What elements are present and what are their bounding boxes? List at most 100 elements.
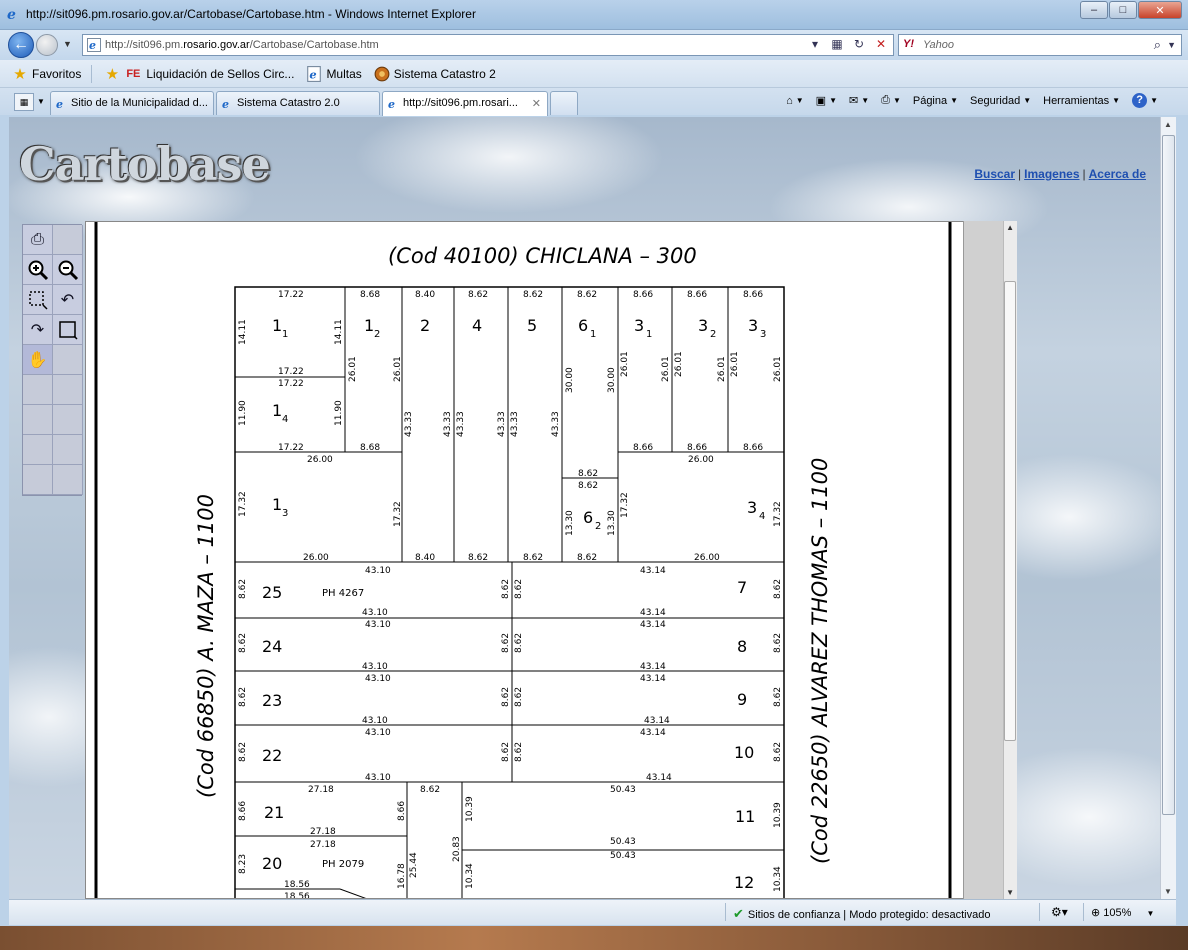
tab-bar: ▦ ▼ e Sitio de la Municipalidad d... e S…: [0, 88, 1188, 116]
search-dropdown-icon[interactable]: ▼: [1167, 40, 1176, 50]
svg-text:4: 4: [282, 414, 288, 425]
svg-text:8.62: 8.62: [514, 579, 524, 599]
svg-text:2: 2: [420, 316, 430, 335]
refresh-icon[interactable]: ↻: [851, 37, 867, 51]
svg-text:7: 7: [737, 578, 747, 597]
svg-text:43.33: 43.33: [510, 411, 520, 437]
tools-menu[interactable]: Herramientas ▼: [1043, 95, 1120, 107]
svg-text:26.01: 26.01: [717, 356, 727, 382]
close-button[interactable]: ✕: [1138, 1, 1182, 19]
arrow-left-icon: ←: [13, 36, 29, 53]
zoom-level[interactable]: ⊕ 105% ▼: [1091, 906, 1154, 919]
buscar-link[interactable]: Buscar: [974, 167, 1015, 181]
full-extent-button[interactable]: [53, 315, 83, 345]
history-dropdown-icon[interactable]: ▼: [63, 39, 72, 49]
svg-text:10.39: 10.39: [465, 796, 475, 822]
favorite-link-sellos[interactable]: ★ FE Liquidación de Sellos Circ...: [104, 66, 295, 83]
print-button[interactable]: ⎙ ▼: [881, 94, 901, 107]
map-scrollbar[interactable]: ▲ ▼: [963, 221, 1017, 899]
ph-label-4267: PH 4267: [322, 588, 364, 599]
zoom-box-button[interactable]: [23, 285, 53, 315]
svg-text:11.90: 11.90: [238, 400, 248, 426]
page-scroll-thumb[interactable]: [1162, 135, 1175, 815]
forward-button[interactable]: [36, 34, 58, 56]
minimize-button[interactable]: –: [1080, 1, 1108, 19]
browser-window: e http://sit096.pm.rosario.gov.ar/Cartob…: [0, 0, 1188, 950]
close-tab-icon[interactable]: ✕: [532, 97, 541, 110]
redo-button[interactable]: ↷: [23, 315, 53, 345]
undo-button[interactable]: ↶: [53, 285, 83, 315]
address-dropdown-icon[interactable]: ▾: [807, 37, 823, 51]
scroll-up-icon[interactable]: ▲: [1006, 223, 1014, 232]
tab-municipalidad[interactable]: e Sitio de la Municipalidad d...: [50, 91, 214, 115]
maximize-button[interactable]: □: [1109, 1, 1137, 19]
map-tool-palette: ⎙ ↶ ↷ ✋: [22, 224, 83, 496]
home-button[interactable]: ⌂ ▼: [786, 95, 804, 107]
svg-text:6: 6: [578, 316, 588, 335]
back-button[interactable]: ←: [8, 32, 34, 58]
scroll-down-icon[interactable]: ▼: [1164, 887, 1172, 896]
favorite-link-multas[interactable]: e Multas: [306, 65, 362, 82]
tab-cartobase[interactable]: e http://sit096.pm.rosari... ✕: [382, 91, 548, 116]
vertical-dimension-labels: 14.11 14.11 26.01 26.01 11.90 11.90 43.3…: [238, 319, 783, 892]
compatibility-view-icon[interactable]: ▦: [829, 37, 845, 51]
stop-icon[interactable]: ✕: [873, 37, 889, 51]
svg-text:43.14: 43.14: [646, 773, 672, 783]
favorite-link-catastro[interactable]: Sistema Catastro 2: [374, 66, 496, 82]
svg-text:3: 3: [698, 316, 708, 335]
print-map-button[interactable]: ⎙: [23, 225, 53, 255]
map-scroll-thumb[interactable]: [1004, 281, 1016, 741]
scroll-down-icon[interactable]: ▼: [1006, 888, 1014, 897]
quick-tabs-button[interactable]: ▦: [14, 93, 34, 111]
security-menu[interactable]: Seguridad ▼: [970, 95, 1031, 107]
security-zone[interactable]: ✔ Sitios de confianza | Modo protegido: d…: [733, 906, 990, 922]
page-menu[interactable]: Página ▼: [913, 95, 958, 107]
zoom-out-button[interactable]: [53, 255, 83, 285]
cartobase-logo: Cartobase: [19, 137, 271, 191]
svg-text:30.00: 30.00: [565, 367, 575, 393]
mail-button[interactable]: ✉ ▼: [849, 94, 869, 107]
help-menu[interactable]: ? ▼: [1132, 93, 1158, 108]
svg-text:3: 3: [282, 508, 288, 519]
empty-tool-slot: [23, 375, 53, 405]
cadastral-drawing: (Cod 40100) CHICLANA – 300 (Cod 66850) A…: [94, 222, 952, 898]
tab-list-dropdown-icon[interactable]: ▼: [37, 97, 45, 106]
svg-text:43.10: 43.10: [365, 566, 391, 576]
svg-text:8.62: 8.62: [514, 742, 524, 762]
svg-text:43.14: 43.14: [640, 728, 666, 738]
svg-text:13.30: 13.30: [607, 510, 617, 536]
cadastral-map[interactable]: (Cod 40100) CHICLANA – 300 (Cod 66850) A…: [85, 221, 1017, 899]
search-box[interactable]: Y! Yahoo ⌕ ▼: [898, 34, 1182, 56]
svg-text:26.01: 26.01: [674, 351, 684, 377]
rss-icon: ▣: [815, 95, 827, 107]
svg-text:8.62: 8.62: [523, 553, 543, 563]
chevron-down-icon: ▼: [1112, 96, 1121, 105]
page-icon: e: [56, 98, 63, 110]
imagenes-link[interactable]: Imagenes: [1024, 167, 1079, 181]
address-bar[interactable]: e http://sit096.pm.rosario.gov.ar/Cartob…: [82, 34, 894, 56]
tab-catastro[interactable]: e Sistema Catastro 2.0: [216, 91, 380, 115]
favorites-button[interactable]: ★ Favoritos: [12, 66, 81, 83]
svg-text:43.10: 43.10: [365, 773, 391, 783]
favorites-bar: ★ Favoritos ★ FE Liquidación de Sellos C…: [0, 60, 1188, 88]
url-text: http://sit096.pm.rosario.gov.ar/Cartobas…: [105, 39, 379, 51]
popup-blocker-icon[interactable]: ⚙▾: [1051, 905, 1068, 919]
new-tab-button[interactable]: [550, 91, 578, 115]
svg-text:43.14: 43.14: [640, 662, 666, 672]
scroll-up-icon[interactable]: ▲: [1164, 120, 1172, 129]
feeds-button[interactable]: ▣ ▼: [816, 94, 837, 107]
page-scrollbar[interactable]: ▲ ▼: [1160, 117, 1176, 899]
status-separator: [1083, 903, 1084, 921]
map-scroll-track[interactable]: ▲ ▼: [1003, 221, 1017, 899]
acerca-de-link[interactable]: Acerca de: [1089, 167, 1146, 181]
chevron-down-icon: ▼: [1146, 909, 1155, 918]
svg-text:1: 1: [272, 401, 282, 420]
pan-button[interactable]: ✋: [23, 345, 53, 375]
search-icon[interactable]: ⌕: [1154, 37, 1161, 53]
page-icon: e: [307, 65, 322, 82]
svg-text:17.22: 17.22: [278, 379, 304, 389]
svg-text:43.10: 43.10: [362, 662, 388, 672]
status-separator: [1039, 903, 1040, 921]
zoom-in-button[interactable]: [23, 255, 53, 285]
chevron-down-icon: ▼: [950, 96, 959, 105]
